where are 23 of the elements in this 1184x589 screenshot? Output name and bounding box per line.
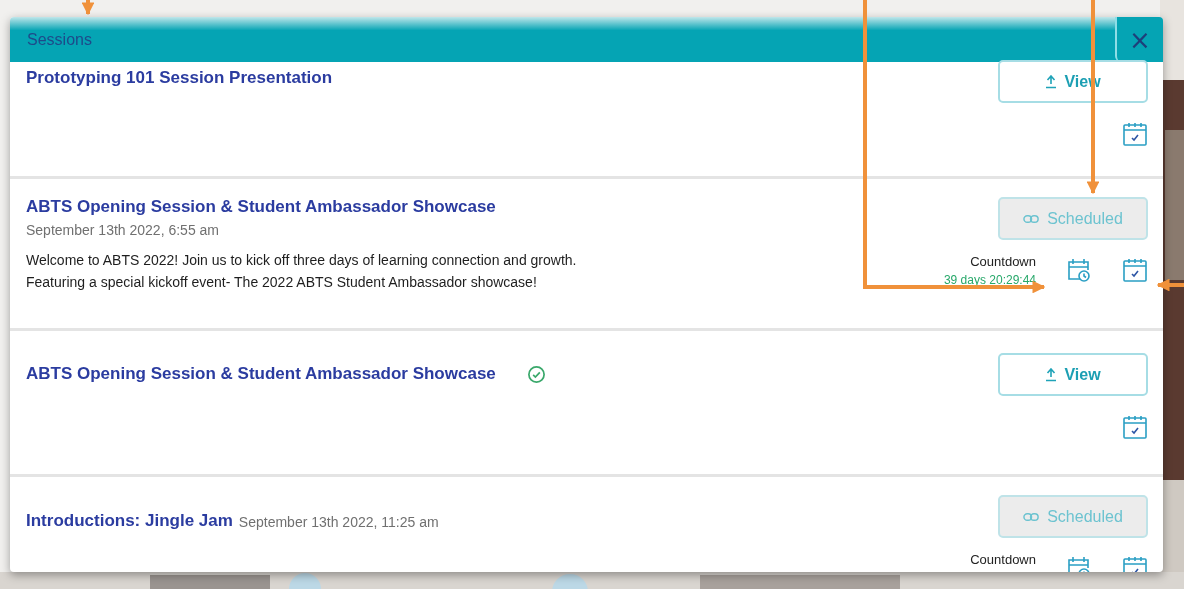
dialog-title: Sessions [27,30,92,49]
calendar-clock-icon[interactable] [1066,257,1092,283]
session-title[interactable]: Introductions: Jingle Jam [26,511,233,531]
upload-icon [1045,367,1058,382]
countdown-value: 39 days 20:29:44 [943,273,1036,287]
link-icon [1023,213,1041,224]
session-date: September 13th 2022, 11:25 am [238,514,439,530]
upload-icon [1045,74,1058,89]
calendar-check-icon[interactable] [1122,121,1148,147]
calendar-check-icon[interactable] [1122,257,1148,283]
view-button[interactable]: View [998,353,1148,396]
session-title[interactable]: ABTS Opening Session & Student Ambassador Showcase [26,197,496,217]
link-icon [1023,511,1041,522]
session-date: September 13th 2022, 6:55 am [26,222,221,238]
annotation-arrow [1156,278,1184,292]
annotation-arrow [81,0,95,16]
session-title[interactable]: ABTS Opening Session & Student Ambassador Showcase [26,364,496,384]
countdown-label: Countdown [970,552,1036,567]
countdown-label: Countdown [970,254,1036,269]
close-button[interactable]: × [1115,17,1163,62]
session-description: Welcome to ABTS 2022! Join us to kick off three days of learning connection and growth. Featuring a special kickoff event- The 2022 ABTS Student Ambassador showcase! [26,251,577,292]
session-title[interactable]: Prototyping 101 Session Presentation [26,68,333,88]
calendar-check-icon[interactable] [1122,414,1148,440]
